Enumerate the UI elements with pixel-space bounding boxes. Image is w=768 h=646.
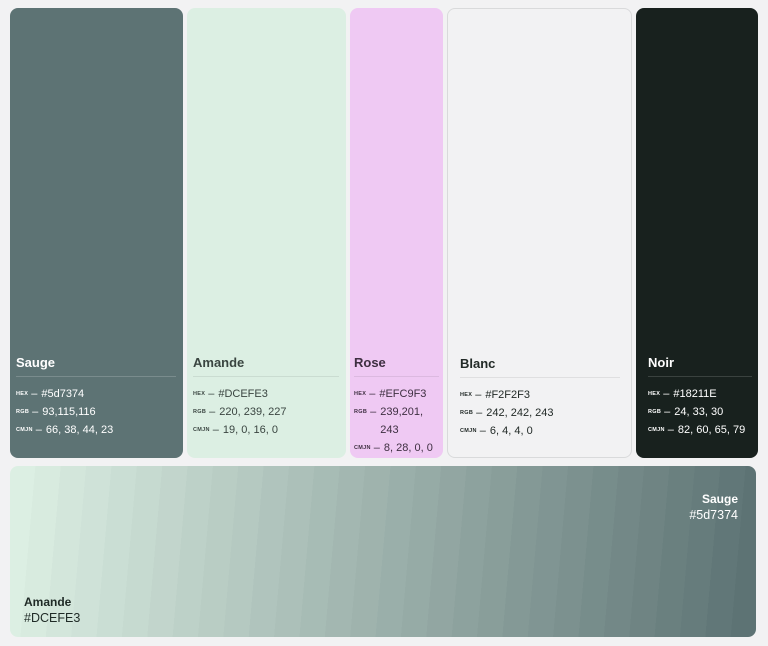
divider: [460, 377, 620, 378]
cmjn-value: 66, 38, 44, 23: [45, 424, 114, 436]
rgb-value: 239,201, 243: [380, 406, 424, 436]
swatch-card-amande[interactable]: Amande HEX – #DCEFE3 RGB –220, 239, 227 CMJ…: [187, 8, 346, 458]
rgb-row: RGB –24, 33, 30: [648, 403, 745, 421]
cmjn-value: 6, 4, 4, 0: [489, 425, 533, 437]
rgb-label: RGB: [460, 410, 474, 416]
cmjn-label: CMJN: [460, 428, 477, 434]
hex-value: #EFC9F3: [379, 388, 427, 400]
hex-label: HEX: [16, 391, 29, 397]
rgb-label: RGB: [16, 409, 30, 415]
hex-label: HEX: [354, 391, 367, 397]
gradient-end-name: Sauge: [701, 492, 738, 506]
rgb-row: RGB –242, 242, 243: [460, 404, 554, 422]
gradient-start-hex: #DCEFE3: [24, 611, 81, 625]
swatch-specs: HEX – #5d7374 RGB –93,115,116 CMJN –66, 38, …: [16, 385, 113, 439]
hex-value: #DCEFE3: [218, 388, 268, 400]
swatch-name: Amande: [193, 355, 245, 370]
cmjn-value: 19, 0, 16, 0: [222, 424, 278, 436]
hex-value: #18211E: [673, 388, 717, 400]
swatch-specs: HEX – #F2F2F3 RGB –242, 242, 243 CMJN –6, 4,…: [460, 386, 554, 440]
divider: [648, 376, 752, 377]
swatch-specs: HEX – #EFC9F3 RGB –239,201, 243 CMJN –8, 28,…: [354, 385, 433, 457]
swatch-specs: HEX – #DCEFE3 RGB –220, 239, 227 CMJN –19, 0…: [193, 385, 287, 439]
swatch-card-rose[interactable]: Rose HEX – #EFC9F3 RGB –239,201, 243 CMJN –8…: [350, 8, 443, 458]
cmjn-label: CMJN: [354, 445, 371, 451]
rgb-value: 242, 242, 243: [486, 407, 554, 419]
divider: [16, 376, 176, 377]
cmjn-value: 8, 28, 0, 0: [383, 442, 433, 454]
hex-label: HEX: [460, 392, 473, 398]
rgb-label: RGB: [354, 409, 368, 415]
hex-value: #F2F2F3: [485, 389, 530, 401]
rgb-row: RGB –239,201, 243: [354, 403, 433, 439]
gradient-swatch[interactable]: Sauge #5d7374 Amande #DCEFE3: [10, 466, 756, 637]
cmjn-row: CMJN –19, 0, 16, 0: [193, 421, 287, 439]
cmjn-value: 82, 60, 65, 79: [677, 424, 746, 436]
swatch-card-blanc[interactable]: Blanc HEX – #F2F2F3 RGB –242, 242, 243 CMJN…: [447, 8, 632, 458]
rgb-label: RGB: [648, 409, 662, 415]
swatch-name: Sauge: [16, 355, 56, 370]
divider: [193, 376, 339, 377]
rgb-value: 93,115,116: [42, 406, 96, 418]
hex-row: HEX – #5d7374: [16, 385, 113, 403]
gradient-start-label: Amande #DCEFE3: [24, 595, 80, 625]
hex-row: HEX – #F2F2F3: [460, 386, 554, 404]
hex-label: HEX: [648, 391, 661, 397]
swatch-name: Noir: [648, 355, 674, 370]
cmjn-label: CMJN: [648, 427, 665, 433]
gradient-end-hex: #5d7374: [689, 508, 738, 522]
swatch-name: Rose: [354, 355, 386, 370]
gradient-start-name: Amande: [24, 595, 72, 609]
cmjn-row: CMJN –82, 60, 65, 79: [648, 421, 745, 439]
cmjn-row: CMJN –8, 28, 0, 0: [354, 439, 433, 457]
rgb-row: RGB –93,115,116: [16, 403, 113, 421]
hex-value: #5d7374: [41, 388, 85, 400]
swatch-name: Blanc: [460, 356, 496, 371]
cmjn-row: CMJN –6, 4, 4, 0: [460, 422, 554, 440]
divider: [354, 376, 439, 377]
swatch-card-sauge[interactable]: Sauge HEX – #5d7374 RGB –93,115,116 CMJN –66…: [10, 8, 183, 458]
gradient-end-label: Sauge #5d7374: [689, 492, 738, 522]
cmjn-row: CMJN –66, 38, 44, 23: [16, 421, 113, 439]
rgb-row: RGB –220, 239, 227: [193, 403, 287, 421]
hex-label: HEX: [193, 391, 206, 397]
rgb-label: RGB: [193, 409, 207, 415]
swatch-card-noir[interactable]: Noir HEX – #18211E RGB –24, 33, 30 CMJN –82,…: [636, 8, 758, 458]
hex-row: HEX – #18211E: [648, 385, 745, 403]
rgb-value: 24, 33, 30: [674, 406, 724, 418]
cmjn-label: CMJN: [16, 427, 33, 433]
hex-row: HEX – #EFC9F3: [354, 385, 433, 403]
cmjn-label: CMJN: [193, 427, 210, 433]
rgb-value: 220, 239, 227: [219, 406, 287, 418]
swatch-specs: HEX – #18211E RGB –24, 33, 30 CMJN –82, 60, …: [648, 385, 745, 439]
hex-row: HEX – #DCEFE3: [193, 385, 287, 403]
